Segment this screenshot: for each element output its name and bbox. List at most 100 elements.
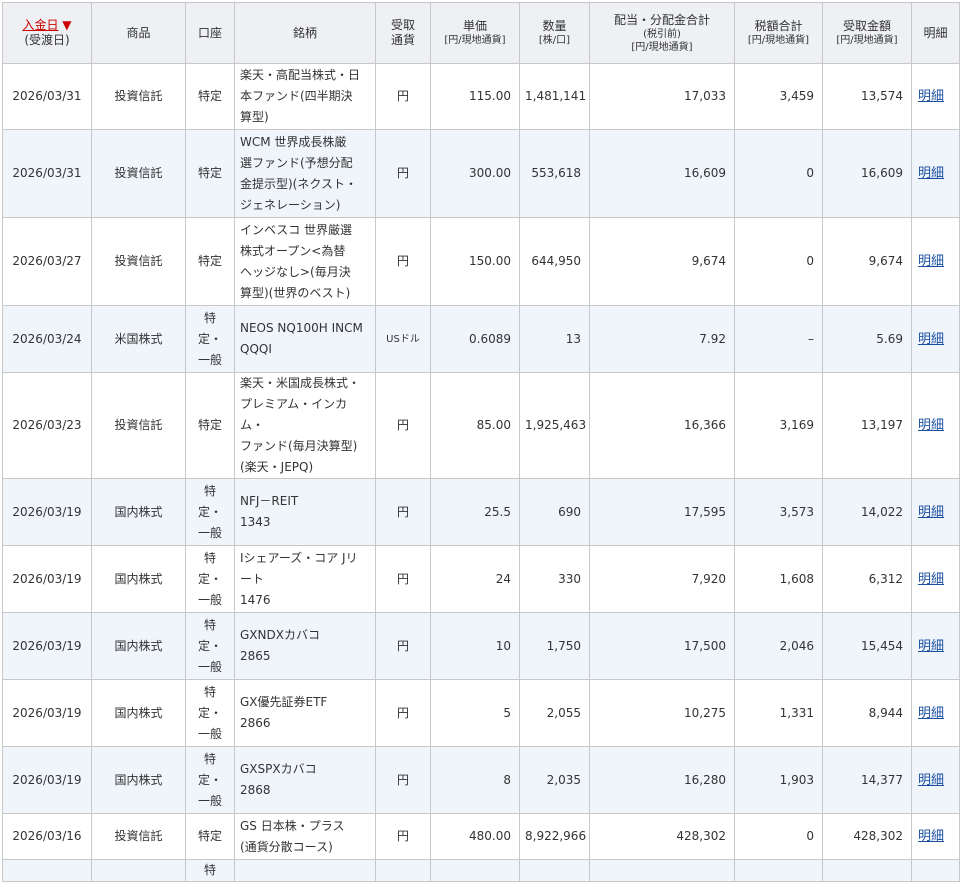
- cell-account: 特定・ 一般: [185, 305, 235, 373]
- cell-date: 2026/03/19: [2, 679, 92, 747]
- account-line: 定・: [197, 772, 222, 787]
- cell-dividend: 10,275: [589, 679, 735, 747]
- cell-currency: USドル: [375, 305, 431, 373]
- name-line: 金提示型)(ネクスト・: [240, 176, 358, 191]
- detail-link[interactable]: 明細: [918, 166, 944, 181]
- account-line: 定・: [197, 331, 222, 346]
- sort-desc-icon[interactable]: ▼: [62, 18, 71, 32]
- header-date[interactable]: 入金日 ▼ (受渡日): [2, 2, 92, 64]
- header-received: 受取金額 [円/現地通貨]: [822, 2, 912, 64]
- table-row: 2026/03/19 国内株式特定・ 一般 GX優先証券ETF 2866 円 5 2,055 1…: [2, 679, 960, 747]
- header-price-label: 単価: [462, 18, 487, 33]
- cell-detail: 明細: [911, 612, 960, 680]
- header-tax-label: 税額合計: [754, 18, 803, 33]
- cell-date: 2026/03/19: [2, 478, 92, 546]
- detail-link[interactable]: 明細: [918, 773, 944, 788]
- detail-link[interactable]: 明細: [918, 639, 944, 654]
- cell-detail: 明細: [911, 478, 960, 546]
- name-line: 2865: [240, 649, 271, 663]
- account-line: 特: [203, 310, 216, 325]
- cell-price: 150.00: [430, 217, 520, 306]
- cell-tax: 1,331: [734, 679, 823, 747]
- account-line: 特: [203, 483, 216, 498]
- cell-dividend: 16,609: [589, 129, 735, 218]
- detail-link[interactable]: 明細: [918, 332, 944, 347]
- table-row: 2026/03/19 国内株式特定・ 一般 Iシェアーズ・コア Jリ ート 1476 円 24…: [2, 545, 960, 613]
- cell-name: GXNDXカバコ 2865: [234, 612, 376, 680]
- cell-qty: 644,950: [519, 217, 590, 306]
- name-line: NFJ－REIT: [240, 494, 299, 508]
- header-currency-line1: 受取: [390, 18, 415, 32]
- cell-product: 国内株式: [91, 679, 186, 747]
- cell-detail: 明細: [911, 305, 960, 373]
- cell-tax: 0: [734, 217, 823, 306]
- cell-received: 13,197: [822, 372, 912, 479]
- detail-link[interactable]: 明細: [918, 706, 944, 721]
- name-line: 楽天・高配当株式・日: [240, 68, 361, 82]
- detail-link[interactable]: 明細: [918, 418, 944, 433]
- name-line: 株式オープン<為替: [240, 243, 346, 258]
- name-line: インベスコ 世界厳選: [240, 222, 353, 237]
- cell-received: 8,944: [822, 679, 912, 747]
- detail-link[interactable]: 明細: [918, 505, 944, 520]
- name-line: Iシェアーズ・コア Jリ: [240, 550, 358, 565]
- name-line: NEOS NQ100H INCM: [240, 321, 363, 335]
- cell-product: 国内株式: [91, 545, 186, 613]
- detail-link[interactable]: 明細: [918, 829, 944, 844]
- cell-date: 2026/03/19: [2, 612, 92, 680]
- cell-name: 楽天・米国成長株式・ プレミアム・インカム・ ファンド(毎月決算型) (楽天・JEPQ…: [234, 372, 376, 479]
- cell-currency: 円: [375, 746, 431, 814]
- detail-link[interactable]: 明細: [918, 254, 944, 269]
- cell-received: 5.69: [822, 305, 912, 373]
- cell-detail: 明細: [911, 746, 960, 814]
- name-line: ヘッジなし>(毎月決: [240, 264, 351, 279]
- cell-price: 10: [430, 612, 520, 680]
- cell-name: 楽天・高配当株式・日 本ファンド(四半期決 算型): [234, 63, 376, 130]
- cell-detail: 明細: [911, 372, 960, 479]
- cell-tax: 3,573: [734, 478, 823, 546]
- cell-dividend: 17,033: [589, 63, 735, 130]
- cell-date: 2026/03/24: [2, 305, 92, 373]
- account-line: 一般: [197, 352, 222, 367]
- cell-currency: 円: [375, 478, 431, 546]
- cell-currency: 円: [375, 612, 431, 680]
- table-row: 2026/03/19 国内株式特定・ 一般 NFJ－REIT 1343 円 25.5 690 1…: [2, 478, 960, 546]
- cell-price: 0.6089: [430, 305, 520, 373]
- header-currency: 受取 通貨: [375, 2, 431, 64]
- cell-name: [234, 859, 376, 882]
- cell-currency: [375, 859, 431, 882]
- cell-product: 投資信託: [91, 217, 186, 306]
- cell-qty: 1,925,463: [519, 372, 590, 479]
- cell-qty: 2,035: [519, 746, 590, 814]
- cell-qty: 553,618: [519, 129, 590, 218]
- cell-qty: [519, 859, 590, 882]
- cell-date: 2026/03/31: [2, 63, 92, 130]
- cell-account: 特: [185, 859, 235, 882]
- header-received-unit: [円/現地通貨]: [836, 34, 898, 46]
- account-line: 特: [203, 751, 216, 766]
- cell-qty: 13: [519, 305, 590, 373]
- name-line: 楽天・米国成長株式・: [240, 376, 361, 390]
- sort-by-date-link[interactable]: 入金日: [22, 18, 58, 32]
- cell-received: 14,377: [822, 746, 912, 814]
- cell-name: Iシェアーズ・コア Jリ ート 1476: [234, 545, 376, 613]
- cell-tax: –: [734, 305, 823, 373]
- cell-received: 13,574: [822, 63, 912, 130]
- cell-account: 特定・ 一般: [185, 478, 235, 546]
- name-line: 算型)(世界のベスト): [240, 285, 351, 300]
- table-row: 2026/03/27 投資信託 特定 インベスコ 世界厳選 株式オープン<為替 ヘッジなし…: [2, 217, 960, 306]
- cell-name: GX優先証券ETF 2866: [234, 679, 376, 747]
- cell-product: 国内株式: [91, 746, 186, 814]
- detail-link[interactable]: 明細: [918, 89, 944, 104]
- header-dividend-unit: [円/現地通貨]: [631, 41, 693, 53]
- cell-dividend: [589, 859, 735, 882]
- account-line: 定・: [197, 638, 222, 653]
- cell-received: 9,674: [822, 217, 912, 306]
- cell-account: 特定: [185, 63, 235, 130]
- cell-detail: [911, 859, 960, 882]
- cell-qty: 1,750: [519, 612, 590, 680]
- table-row: 2026/03/31 投資信託 特定 WCM 世界成長株厳 選ファンド(予想分配 金提示型…: [2, 129, 960, 218]
- detail-link[interactable]: 明細: [918, 572, 944, 587]
- name-line: 2868: [240, 783, 271, 797]
- name-line: GS 日本株・プラス: [240, 818, 345, 833]
